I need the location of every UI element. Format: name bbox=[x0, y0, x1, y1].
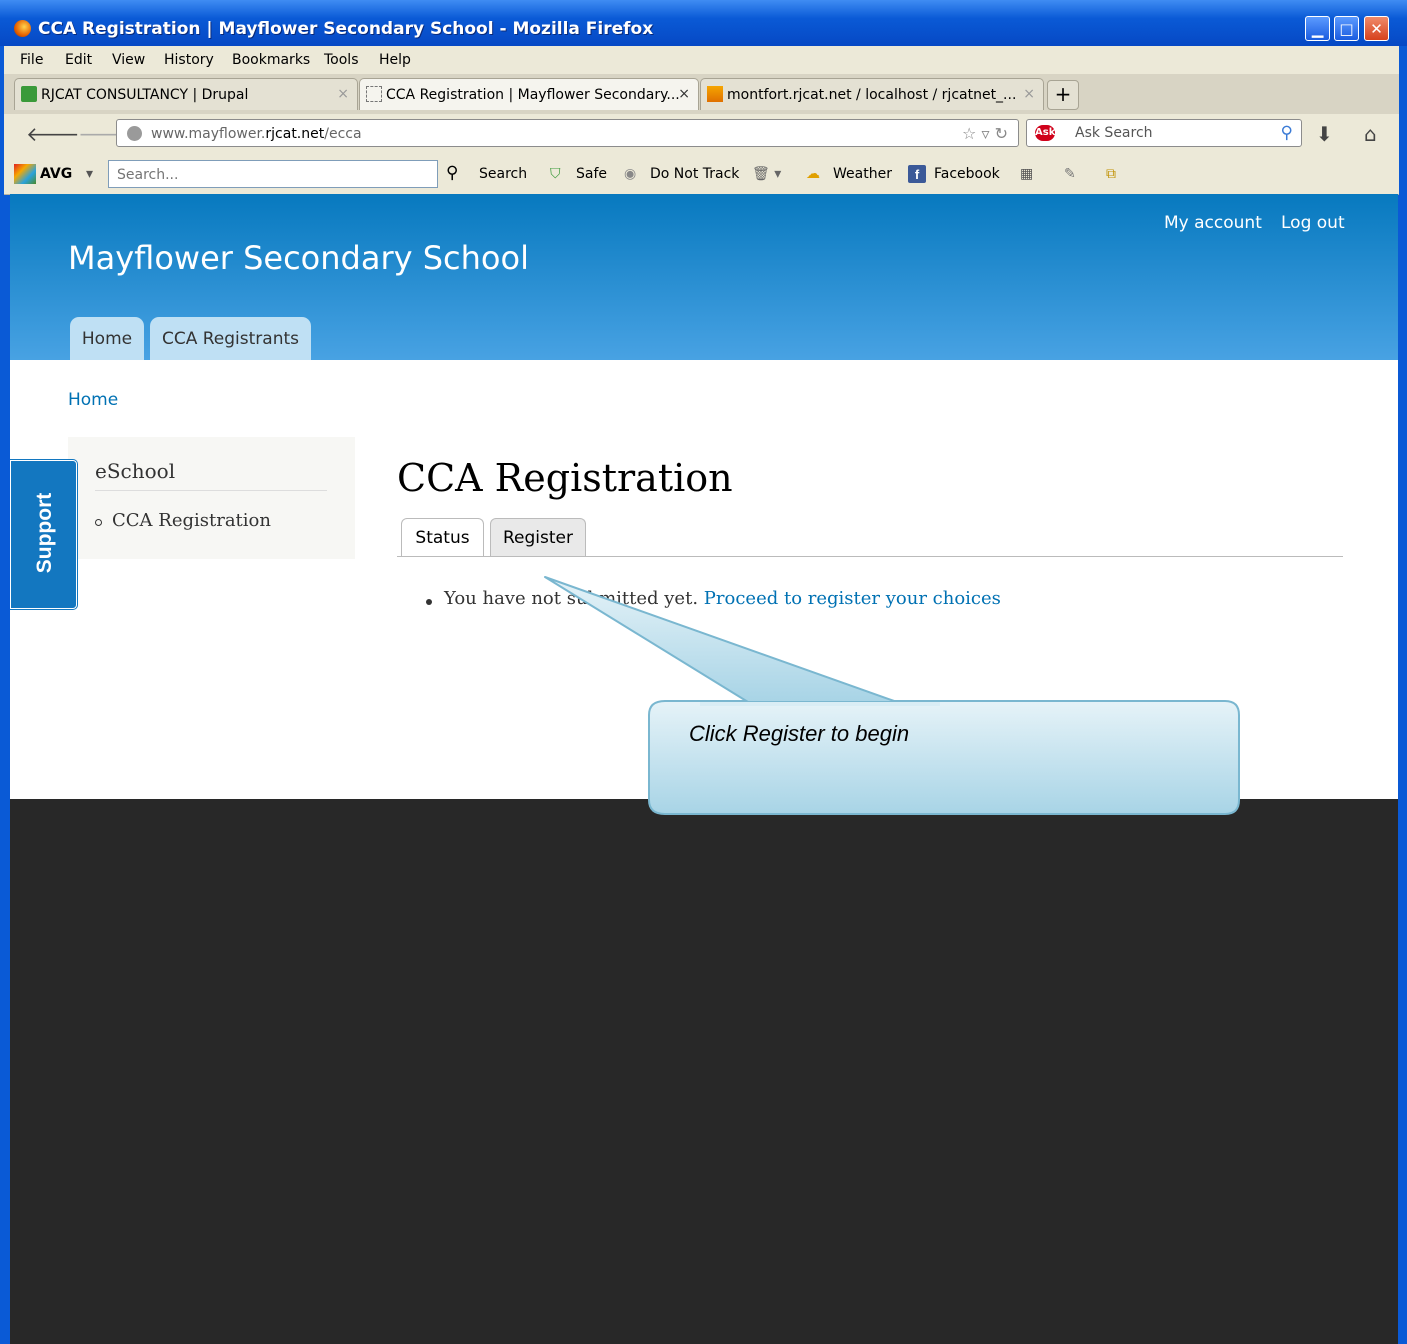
callout-bubble bbox=[544, 576, 1240, 815]
browser-window: CCA Registration | Mayflower Secondary S… bbox=[0, 0, 1407, 1344]
callout-text: Click Register to begin bbox=[689, 721, 910, 746]
